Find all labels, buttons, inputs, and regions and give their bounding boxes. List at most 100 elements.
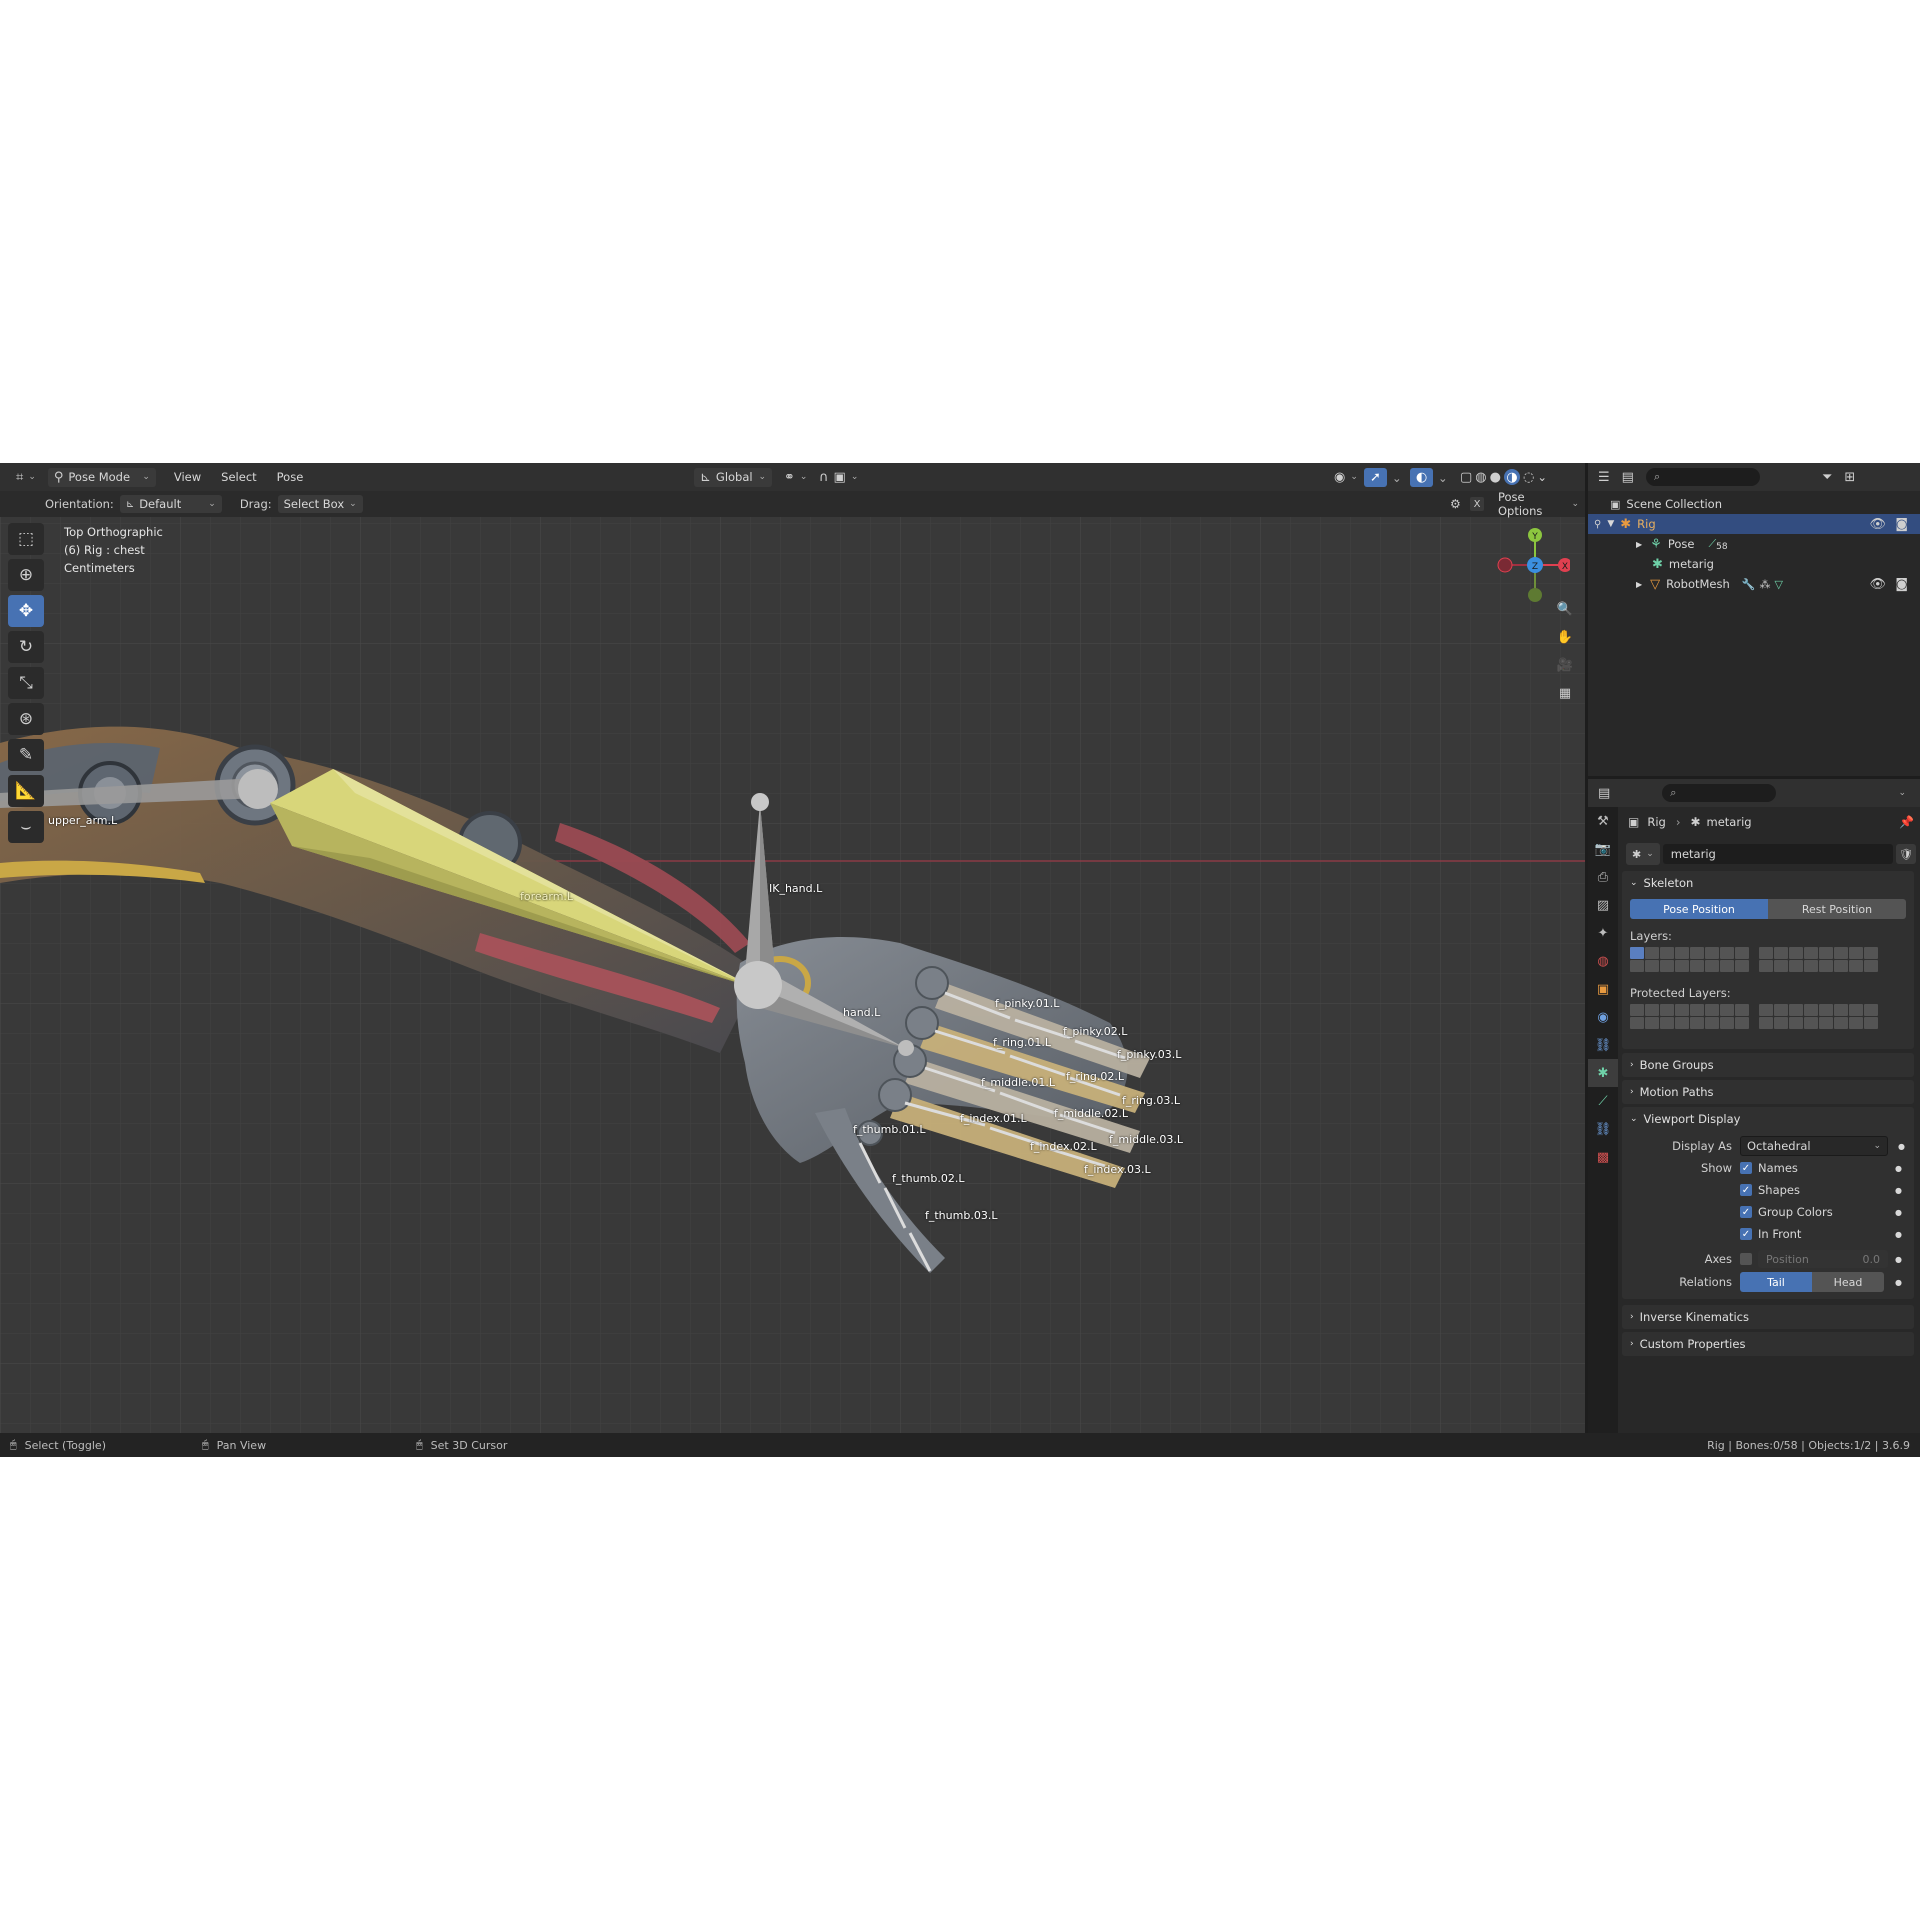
xray-icon[interactable]: ▢ [1460,470,1472,485]
drag-dropdown[interactable]: Select Box ⌄ [277,495,363,513]
custom-properties-panel[interactable]: › Custom Properties [1622,1332,1914,1356]
measure-tool[interactable]: 📐 [8,775,44,807]
bone-tab[interactable]: ⟋ [1588,1087,1618,1115]
bone-constraints-tab[interactable]: ⛓ [1588,1115,1618,1143]
menu-view[interactable]: View [174,470,201,484]
render-camera-icon[interactable]: ◙ [1895,577,1908,592]
expand-right-icon[interactable]: ▶ [1636,580,1642,589]
solid-shading-icon[interactable]: ● [1490,470,1501,485]
overlay-toggle[interactable]: ◐ [1410,467,1434,487]
object-tab[interactable]: ▣ [1588,975,1618,1003]
layers-block-left[interactable] [1630,947,1749,972]
group-colors-checkbox[interactable]: ✓ [1740,1206,1752,1218]
armature-data-tab[interactable]: ✱ [1588,1059,1618,1087]
physics-tab[interactable]: ◉ [1588,1003,1618,1031]
output-tab[interactable]: ⎙ [1588,863,1618,891]
move-tool[interactable]: ✥ [8,595,44,627]
snap-options-icon[interactable]: ⚙ [1450,497,1461,511]
3d-viewport[interactable]: upper_arm.L forearm.L IK_hand.L hand.L f… [0,463,1585,1433]
protected-layers-block-left[interactable] [1630,1004,1749,1029]
keyframe-dot-icon[interactable]: ● [1895,1230,1902,1239]
keyframe-dot-icon[interactable]: ● [1895,1255,1902,1264]
filter-icon[interactable]: ⏷ [1822,470,1832,485]
new-collection-icon[interactable]: ⊞ [1844,470,1855,485]
shading-chevron-icon[interactable]: ⌄ [1537,470,1547,484]
keyframe-dot-icon[interactable]: ● [1895,1208,1902,1217]
rendered-shading-icon[interactable]: ◌ [1523,470,1534,485]
outliner-row-pose[interactable]: ▶ ⚘ Pose ⟋ 58 [1588,534,1920,554]
scale-tool[interactable]: ⤡ [8,667,44,699]
annotate-tool[interactable]: ✎ [8,739,44,771]
tool-tab[interactable]: ⚒ [1588,807,1618,835]
transform-orientation-dropdown[interactable]: ⊾ Global ⌄ [694,467,772,487]
relations-head-button[interactable]: Head [1812,1272,1884,1292]
in-front-checkbox[interactable]: ✓ [1740,1228,1752,1240]
rest-position-button[interactable]: Rest Position [1768,899,1906,919]
visibility-eye-icon[interactable]: 👁 [1869,577,1886,592]
zoom-icon[interactable]: 🔍 [1552,595,1578,623]
orientation-dropdown[interactable]: ⊾ Default ⌄ [119,495,222,513]
navigation-gizmo[interactable]: Y X Z [1490,523,1570,603]
scene-tab[interactable]: ✦ [1588,919,1618,947]
datablock-name-field[interactable]: metarig [1662,844,1893,864]
properties-search-input[interactable]: ⌕ [1662,784,1777,802]
editor-type-button[interactable]: ⌗ ⌄ [10,468,42,487]
inverse-kinematics-panel[interactable]: › Inverse Kinematics [1622,1305,1914,1329]
keyframe-dot-icon[interactable]: ● [1898,1142,1905,1151]
snap-dropdown[interactable]: ∩ ▣ ⌄ [813,468,864,487]
viewport-display-header[interactable]: ⌄ Viewport Display [1622,1107,1914,1131]
render-tab[interactable]: 📷 [1588,835,1618,863]
rotate-tool[interactable]: ↻ [8,631,44,663]
select-box-tool[interactable]: ⬚ [8,523,44,555]
names-checkbox[interactable]: ✓ [1740,1162,1752,1174]
pan-hand-icon[interactable]: ✋ [1552,623,1578,651]
constraints-tab[interactable]: ⛓ [1588,1031,1618,1059]
material-shading-icon[interactable]: ◑ [1503,469,1520,485]
mode-dropdown[interactable]: ⚲ Pose Mode ⌄ [47,467,156,487]
pose-options-dropdown[interactable]: Pose Options ⌄ [1492,488,1585,520]
transform-tool[interactable]: ⊛ [8,703,44,735]
datablock-browse-button[interactable]: ✱ ⌄ [1626,843,1660,865]
shapes-checkbox[interactable]: ✓ [1740,1184,1752,1196]
visibility-dropdown[interactable]: ◉ ⌄ [1328,468,1364,487]
x-mirror-icon[interactable]: X [1470,497,1484,511]
wireframe-shading-icon[interactable]: ◍ [1475,470,1486,485]
overlay-chevron-icon[interactable]: ⌄ [1438,471,1448,485]
protected-layers-block-right[interactable] [1759,1004,1878,1029]
bone-groups-panel[interactable]: › Bone Groups [1622,1053,1914,1077]
world-tab[interactable]: ◍ [1588,947,1618,975]
menu-select[interactable]: Select [221,470,256,484]
chevron-down-icon[interactable]: ⌄ [1898,788,1906,798]
expand-down-icon[interactable]: ▼ [1607,519,1614,529]
gizmo-toggle[interactable]: ➚ [1364,467,1387,487]
relations-tail-button[interactable]: Tail [1740,1272,1812,1292]
keyframe-dot-icon[interactable]: ● [1895,1164,1902,1173]
layers-block-right[interactable] [1759,947,1878,972]
axes-position-field[interactable]: Position 0.0 [1758,1250,1888,1268]
pose-position-button[interactable]: Pose Position [1630,899,1768,919]
scene-collection-row[interactable]: ▣ Scene Collection [1588,494,1920,514]
outliner-row-robotmesh[interactable]: ▶ ▽ RobotMesh 🔧 ⁂ ▽ 👁 ◙ [1588,574,1920,594]
display-as-dropdown[interactable]: Octahedral ⌄ [1740,1136,1888,1156]
ortho-grid-icon[interactable]: ▦ [1552,679,1578,707]
menu-pose[interactable]: Pose [277,470,304,484]
outliner-editor-icon[interactable]: ☰ [1598,470,1610,485]
pivot-dropdown[interactable]: ⚭ ⌄ [778,468,813,487]
camera-icon[interactable]: 🎥 [1552,651,1578,679]
render-camera-icon[interactable]: ◙ [1895,517,1908,532]
axes-checkbox[interactable] [1740,1253,1752,1265]
bone-roll-tool[interactable]: ⌣ [8,811,44,843]
cursor-tool[interactable]: ⊕ [8,559,44,591]
view-layer-tab[interactable]: ▨ [1588,891,1618,919]
outliner-row-rig[interactable]: ⚲ ▼ ✱ Rig 👁 ◙ [1588,514,1920,534]
texture-tab[interactable]: ▩ [1588,1143,1618,1171]
outliner-row-metarig[interactable]: ✱ metarig [1588,554,1920,574]
skeleton-panel-header[interactable]: ⌄ Skeleton [1622,871,1914,895]
display-mode-icon[interactable]: ▤ [1622,470,1634,485]
motion-paths-panel[interactable]: › Motion Paths [1622,1080,1914,1104]
pin-icon[interactable]: 📌 [1899,815,1914,829]
properties-editor-icon[interactable]: ▤ [1598,786,1610,801]
keyframe-dot-icon[interactable]: ● [1895,1186,1902,1195]
fake-user-shield-icon[interactable]: 🛡 [1896,844,1916,864]
expand-right-icon[interactable]: ▶ [1636,540,1642,549]
